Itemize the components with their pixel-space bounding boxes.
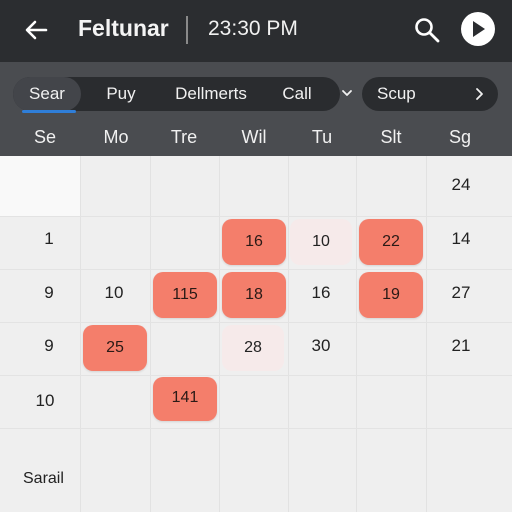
search-icon[interactable] — [413, 16, 441, 44]
footer-label: Sarail — [23, 470, 64, 487]
day-number[interactable]: 10 — [10, 391, 80, 411]
play-icon — [473, 21, 485, 37]
grid-line — [0, 375, 512, 376]
segment-call[interactable]: Call — [265, 77, 329, 111]
day-number[interactable]: 30 — [286, 336, 356, 356]
weekday-label: Se — [33, 127, 57, 147]
active-segment-indicator — [22, 110, 76, 113]
app-header: Feltunar 23:30 PM — [0, 0, 512, 62]
grid-line — [0, 269, 512, 270]
day-number[interactable]: 21 — [426, 336, 496, 356]
day-number[interactable]: 9 — [14, 336, 84, 356]
chevron-right-icon — [476, 88, 483, 100]
grid-line — [288, 156, 289, 512]
day-number[interactable]: 1 — [14, 229, 84, 249]
event-chip[interactable]: 25 — [83, 325, 147, 371]
grid-line — [150, 156, 151, 512]
event-chip[interactable]: 18 — [222, 272, 286, 318]
weekday-label: Tu — [311, 127, 333, 147]
weekday-label: Tre — [170, 127, 198, 147]
grid-line — [80, 156, 81, 512]
scope-selector[interactable]: Scup — [362, 77, 498, 111]
day-number[interactable]: 10 — [79, 283, 149, 303]
day-number[interactable]: 16 — [286, 283, 356, 303]
app-title: Feltunar — [78, 15, 169, 41]
arrow-left-icon[interactable] — [22, 16, 50, 44]
scope-label: Scup — [377, 84, 416, 103]
segment-control: Sear Puy Dellmerts Call — [13, 77, 340, 111]
weekday-header: Se Mo Tre Wil Tu Slt Sg — [0, 118, 512, 156]
grid-line — [426, 156, 427, 512]
event-chip[interactable]: 22 — [359, 219, 423, 265]
segment-dellmerts[interactable]: Dellmerts — [161, 77, 261, 111]
segment-puy[interactable]: Puy — [85, 77, 157, 111]
weekday-label: Sg — [448, 127, 472, 147]
chevron-down-icon[interactable] — [340, 86, 354, 100]
weekday-label: Wil — [241, 127, 267, 147]
day-cell[interactable]: 10 — [290, 219, 352, 265]
day-number[interactable]: 27 — [426, 283, 496, 303]
weekday-label: Mo — [103, 127, 129, 147]
event-chip[interactable]: 115 — [153, 272, 217, 318]
day-cell[interactable]: 28 — [222, 325, 284, 371]
grid-line — [356, 156, 357, 512]
event-chip[interactable]: 141 — [153, 377, 217, 421]
grid-line — [0, 428, 512, 429]
header-divider — [186, 16, 188, 44]
event-chip[interactable]: 16 — [222, 219, 286, 265]
grid-line — [0, 216, 512, 217]
day-number[interactable]: 14 — [426, 229, 496, 249]
empty-cell — [0, 156, 80, 216]
grid-line — [0, 322, 512, 323]
play-button[interactable] — [461, 12, 495, 46]
segment-sear[interactable]: Sear — [13, 77, 81, 111]
current-time: 23:30 PM — [208, 17, 298, 40]
day-number[interactable]: 24 — [426, 175, 496, 195]
weekday-label: Slt — [380, 127, 402, 147]
event-chip[interactable]: 19 — [359, 272, 423, 318]
grid-line — [219, 156, 220, 512]
day-number[interactable]: 9 — [14, 283, 84, 303]
